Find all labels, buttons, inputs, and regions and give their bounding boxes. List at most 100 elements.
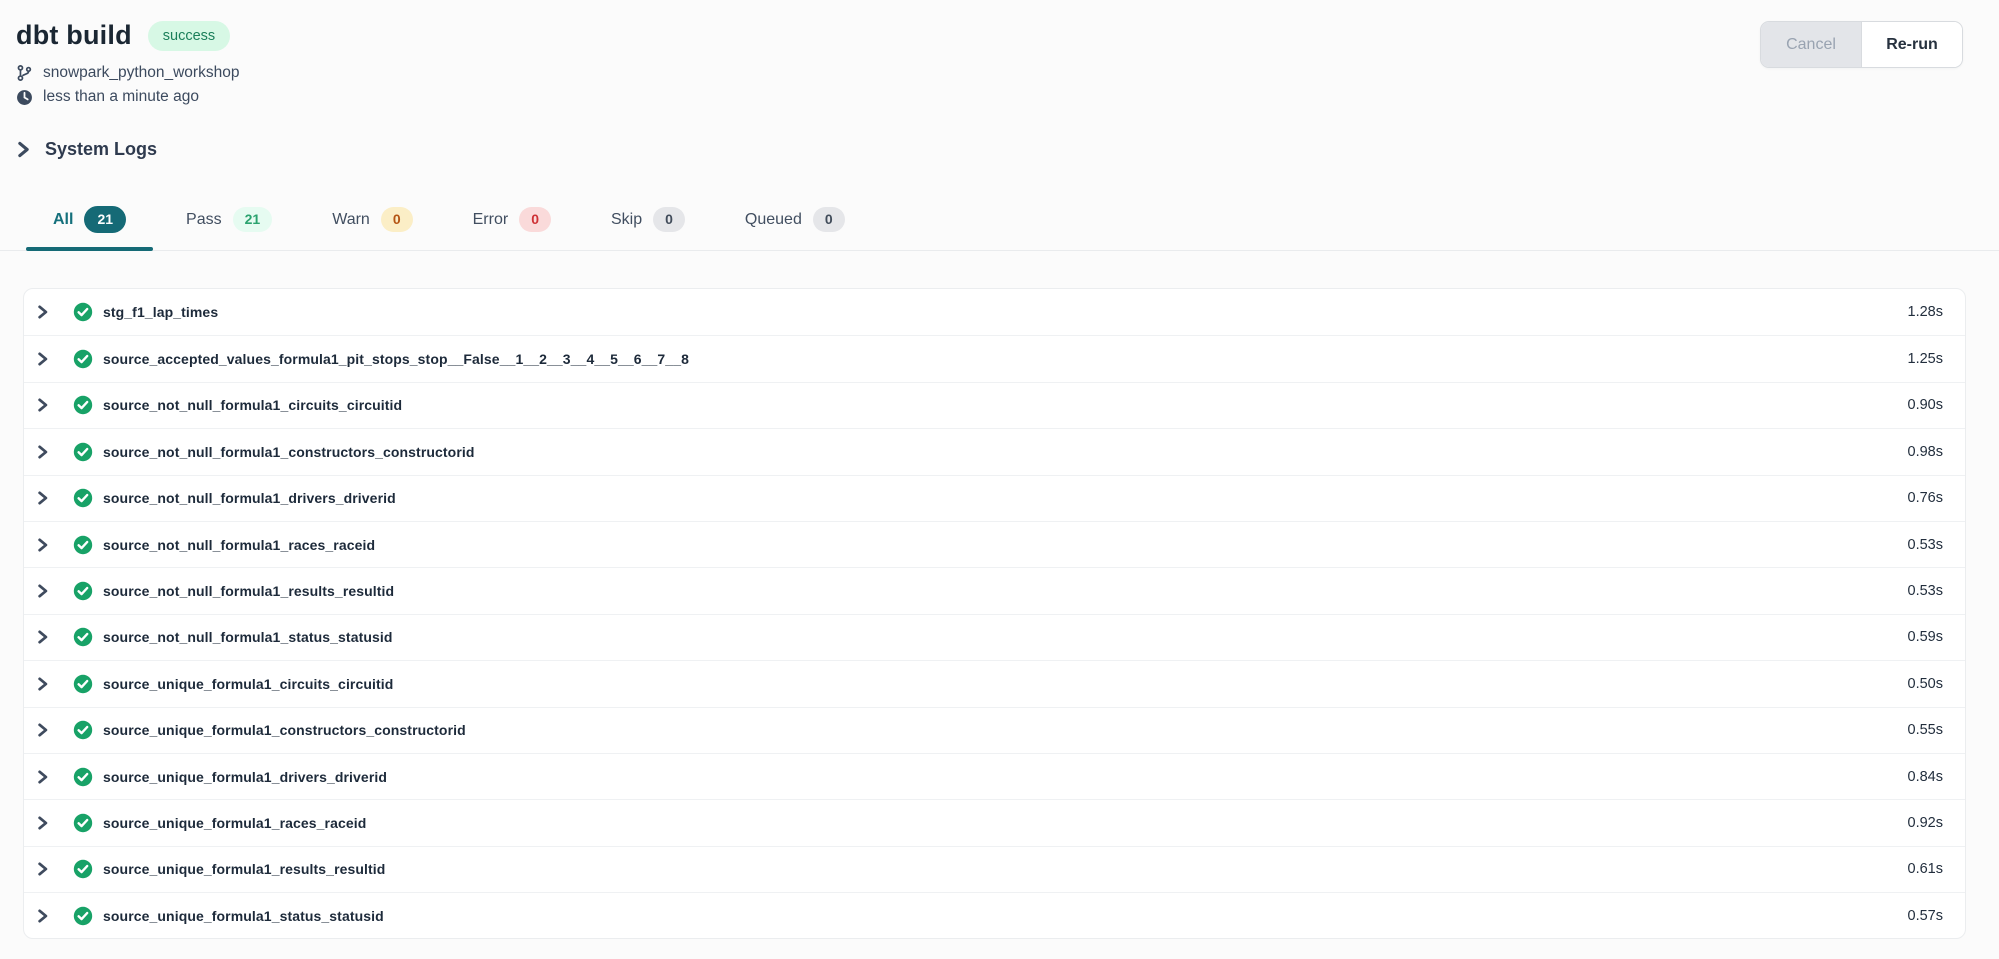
run-meta: snowpark_python_workshop less than a min…: [16, 61, 1963, 109]
result-row[interactable]: source_not_null_formula1_races_raceid 0.…: [24, 521, 1965, 567]
tab-warn[interactable]: Warn 0: [305, 192, 439, 250]
time-ago: less than a minute ago: [43, 85, 199, 109]
expand-chevron-icon[interactable]: [35, 583, 50, 599]
result-duration: 0.50s: [1908, 676, 1943, 692]
check-circle-icon: [73, 395, 93, 415]
system-logs-label: System Logs: [45, 139, 157, 160]
run-header: dbt build success Cancel Re-run snowpark…: [0, 0, 1999, 109]
result-name: source_not_null_formula1_results_resulti…: [103, 583, 394, 599]
tab-label: Queued: [745, 211, 802, 229]
result-row[interactable]: source_not_null_formula1_circuits_circui…: [24, 382, 1965, 428]
tab-count-badge: 21: [84, 206, 126, 233]
branch-line: snowpark_python_workshop: [16, 61, 1963, 85]
check-circle-icon: [73, 720, 93, 740]
result-row[interactable]: source_not_null_formula1_drivers_driveri…: [24, 475, 1965, 521]
check-circle-icon: [73, 767, 93, 787]
result-name: source_unique_formula1_drivers_driverid: [103, 769, 387, 785]
result-row[interactable]: source_not_null_formula1_status_statusid…: [24, 614, 1965, 660]
chevron-right-icon: [16, 141, 31, 158]
expand-chevron-icon[interactable]: [35, 722, 50, 738]
result-row[interactable]: source_unique_formula1_status_statusid 0…: [24, 892, 1965, 938]
result-duration: 0.76s: [1908, 490, 1943, 506]
expand-chevron-icon[interactable]: [35, 676, 50, 692]
result-duration: 0.61s: [1908, 861, 1943, 877]
result-name: source_not_null_formula1_races_raceid: [103, 537, 375, 553]
check-circle-icon: [73, 627, 93, 647]
tab-label: Error: [473, 211, 509, 229]
title-row: dbt build success: [16, 20, 1963, 51]
result-name: source_not_null_formula1_status_statusid: [103, 629, 393, 645]
clock-icon: [16, 89, 33, 106]
result-duration: 0.53s: [1908, 537, 1943, 553]
result-duration: 1.25s: [1908, 351, 1943, 367]
result-row[interactable]: source_unique_formula1_constructors_cons…: [24, 707, 1965, 753]
expand-chevron-icon[interactable]: [35, 537, 50, 553]
check-circle-icon: [73, 813, 93, 833]
rerun-button[interactable]: Re-run: [1862, 22, 1962, 67]
expand-chevron-icon[interactable]: [35, 629, 50, 645]
result-name: source_accepted_values_formula1_pit_stop…: [103, 351, 689, 367]
tab-count-badge: 0: [381, 207, 413, 232]
cancel-button[interactable]: Cancel: [1761, 22, 1862, 67]
expand-chevron-icon[interactable]: [35, 397, 50, 413]
result-duration: 0.92s: [1908, 815, 1943, 831]
result-duration: 0.98s: [1908, 444, 1943, 460]
result-name: source_not_null_formula1_circuits_circui…: [103, 397, 402, 413]
check-circle-icon: [73, 906, 93, 926]
result-name: stg_f1_lap_times: [103, 304, 218, 320]
result-duration: 0.55s: [1908, 722, 1943, 738]
result-duration: 0.57s: [1908, 908, 1943, 924]
tab-count-badge: 0: [653, 207, 685, 232]
page-title: dbt build: [16, 20, 132, 51]
tab-label: Pass: [186, 211, 222, 229]
tab-label: Skip: [611, 211, 642, 229]
tab-label: All: [53, 211, 73, 229]
result-row[interactable]: source_accepted_values_formula1_pit_stop…: [24, 335, 1965, 381]
check-circle-icon: [73, 535, 93, 555]
tab-label: Warn: [332, 211, 370, 229]
check-circle-icon: [73, 442, 93, 462]
result-name: source_unique_formula1_races_raceid: [103, 815, 366, 831]
tab-error[interactable]: Error 0: [446, 192, 578, 250]
result-duration: 0.84s: [1908, 769, 1943, 785]
tab-pass[interactable]: Pass 21: [159, 192, 299, 250]
check-circle-icon: [73, 488, 93, 508]
result-row[interactable]: stg_f1_lap_times 1.28s: [24, 289, 1965, 335]
check-circle-icon: [73, 674, 93, 694]
result-name: source_unique_formula1_circuits_circuiti…: [103, 676, 393, 692]
result-duration: 1.28s: [1908, 304, 1943, 320]
tab-skip[interactable]: Skip 0: [584, 192, 712, 250]
tab-count-badge: 0: [519, 207, 551, 232]
check-circle-icon: [73, 349, 93, 369]
expand-chevron-icon[interactable]: [35, 351, 50, 367]
result-row[interactable]: source_unique_formula1_races_raceid 0.92…: [24, 799, 1965, 845]
status-badge: success: [148, 21, 230, 51]
expand-chevron-icon[interactable]: [35, 908, 50, 924]
result-row[interactable]: source_unique_formula1_circuits_circuiti…: [24, 660, 1965, 706]
expand-chevron-icon[interactable]: [35, 815, 50, 831]
expand-chevron-icon[interactable]: [35, 861, 50, 877]
result-name: source_not_null_formula1_constructors_co…: [103, 444, 475, 460]
expand-chevron-icon[interactable]: [35, 304, 50, 320]
run-actions: Cancel Re-run: [1760, 21, 1963, 68]
result-name: source_unique_formula1_constructors_cons…: [103, 722, 466, 738]
expand-chevron-icon[interactable]: [35, 769, 50, 785]
tab-queued[interactable]: Queued 0: [718, 192, 872, 250]
result-row[interactable]: source_not_null_formula1_results_resulti…: [24, 567, 1965, 613]
result-duration: 0.90s: [1908, 397, 1943, 413]
result-row[interactable]: source_unique_formula1_results_resultid …: [24, 846, 1965, 892]
git-branch-icon: [16, 64, 33, 82]
expand-chevron-icon[interactable]: [35, 444, 50, 460]
expand-chevron-icon[interactable]: [35, 490, 50, 506]
check-circle-icon: [73, 302, 93, 322]
system-logs-toggle[interactable]: System Logs: [16, 139, 157, 160]
tab-count-badge: 0: [813, 207, 845, 232]
tabs: All 21 Pass 21 Warn 0 Error 0 Skip 0 Que…: [0, 192, 1999, 251]
tab-all[interactable]: All 21: [26, 192, 153, 250]
result-row[interactable]: source_not_null_formula1_constructors_co…: [24, 428, 1965, 474]
result-name: source_unique_formula1_status_statusid: [103, 908, 384, 924]
results-list: stg_f1_lap_times 1.28s source_accepted_v…: [23, 288, 1966, 939]
check-circle-icon: [73, 859, 93, 879]
result-row[interactable]: source_unique_formula1_drivers_driverid …: [24, 753, 1965, 799]
result-duration: 0.53s: [1908, 583, 1943, 599]
